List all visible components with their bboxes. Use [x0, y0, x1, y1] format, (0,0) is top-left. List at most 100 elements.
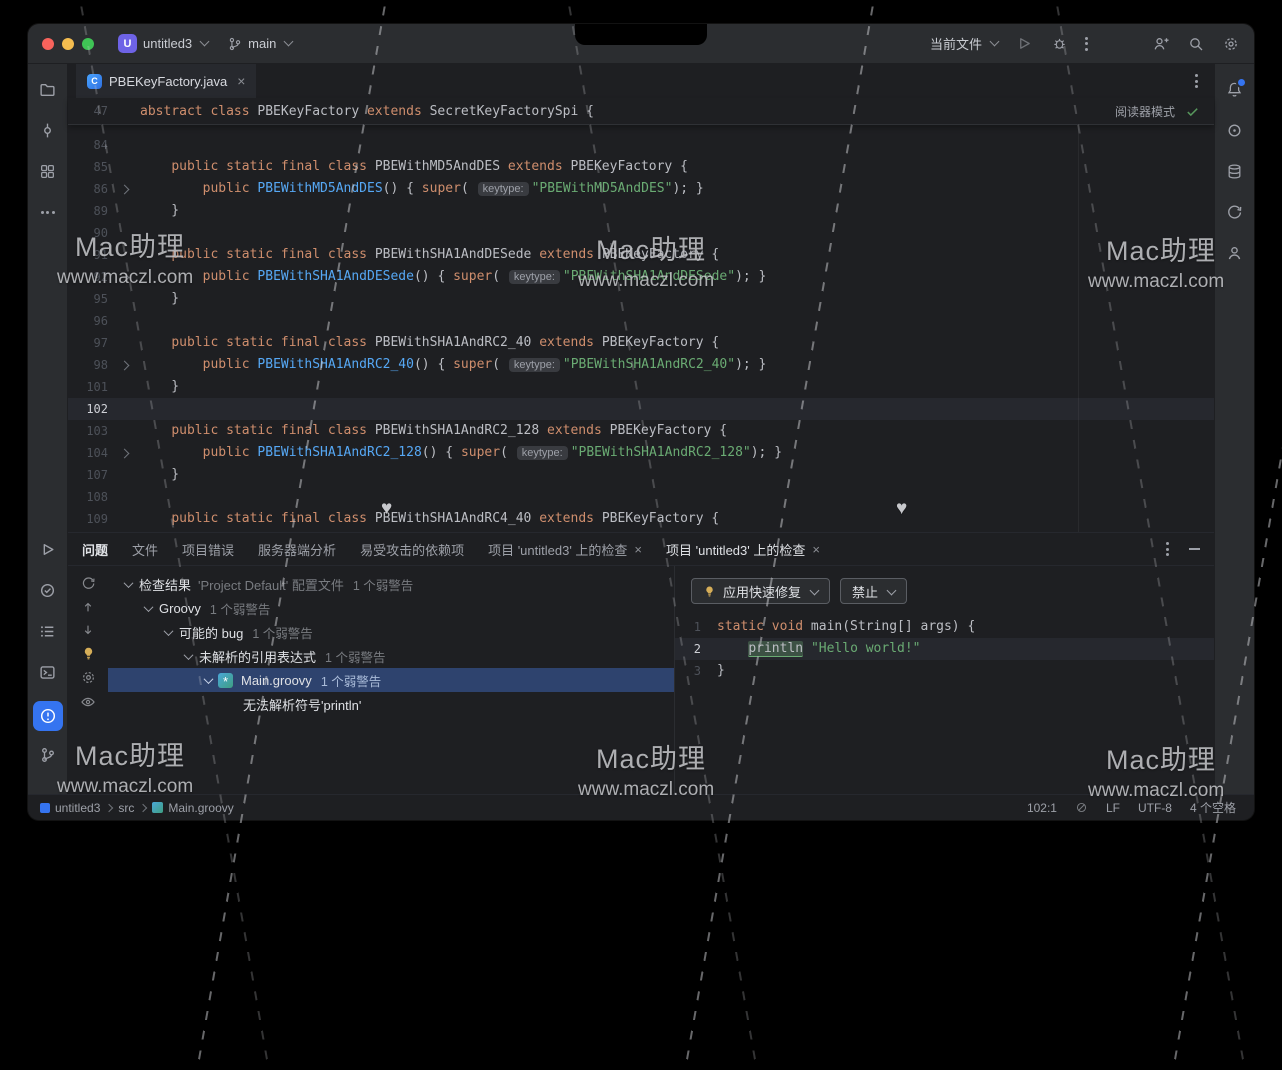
more-actions-icon[interactable]: [1085, 37, 1088, 51]
tool-window-options-icon[interactable]: [1166, 542, 1169, 556]
line-number[interactable]: 96: [68, 310, 108, 332]
code-line[interactable]: 85 public static final class PBEWithMD5A…: [68, 156, 1214, 178]
line-number[interactable]: 92: [68, 266, 108, 288]
code-line[interactable]: 89 }: [68, 200, 1214, 222]
debug-button[interactable]: [1050, 35, 1068, 53]
gradle-icon[interactable]: [1223, 200, 1247, 224]
code-line[interactable]: 91 public static final class PBEWithSHA1…: [68, 244, 1214, 266]
close-window-button[interactable]: [42, 38, 54, 50]
readonly-icon[interactable]: [1075, 801, 1088, 814]
user-icon[interactable]: [1223, 241, 1247, 265]
inspection-ok-icon[interactable]: [1185, 104, 1200, 119]
fold-gutter[interactable]: [108, 450, 140, 457]
line-number[interactable]: 101: [68, 376, 108, 398]
code-line[interactable]: 104 public PBEWithSHA1AndRC2_128() { sup…: [68, 442, 1214, 464]
chevron-down-icon[interactable]: [160, 629, 176, 636]
breadcrumb-item[interactable]: src: [118, 801, 134, 815]
line-number[interactable]: 89: [68, 200, 108, 222]
problems-tool-icon[interactable]: [33, 701, 63, 731]
preview-line[interactable]: 3}: [675, 660, 1214, 682]
line-number[interactable]: 108: [68, 486, 108, 508]
code-editor[interactable]: 8485 public static final class PBEWithMD…: [68, 124, 1214, 532]
run-tool-icon[interactable]: [36, 537, 60, 561]
terminal-icon[interactable]: [36, 660, 60, 684]
tree-row[interactable]: 检查结果'Project Default' 配置文件1 个弱警告: [108, 572, 674, 596]
line-number[interactable]: 97: [68, 332, 108, 354]
code-line[interactable]: 86 public PBEWithMD5AndDES() { super( ke…: [68, 178, 1214, 200]
fold-arrow-icon[interactable]: [119, 272, 129, 282]
more-tool-windows-icon[interactable]: [36, 200, 60, 224]
code-line[interactable]: 109 public static final class PBEWithSHA…: [68, 508, 1214, 530]
tree-row[interactable]: Main.groovy1 个弱警告: [108, 668, 674, 692]
line-number[interactable]: 91: [68, 244, 108, 266]
ai-assistant-icon[interactable]: [1223, 118, 1247, 142]
line-number[interactable]: 98: [68, 354, 108, 376]
indent-style[interactable]: 4 个空格: [1190, 799, 1236, 816]
chevron-down-icon[interactable]: [200, 677, 216, 684]
caret-position[interactable]: 102:1: [1027, 801, 1057, 815]
line-number[interactable]: 85: [68, 156, 108, 178]
version-control-icon[interactable]: [36, 743, 60, 767]
breadcrumb-item[interactable]: untitled3: [40, 801, 100, 815]
apply-quick-fix-button[interactable]: 应用快速修复: [691, 578, 830, 604]
code-line[interactable]: 90: [68, 222, 1214, 244]
tool-window-title[interactable]: 问题: [82, 540, 108, 559]
code-line[interactable]: 102: [68, 398, 1214, 420]
tree-row[interactable]: 未解析的引用表达式1 个弱警告: [108, 644, 674, 668]
problems-tab-inspection[interactable]: 项目 'untitled3' 上的检查×: [666, 540, 820, 559]
run-config-selector[interactable]: 当前文件: [930, 34, 998, 53]
fold-arrow-icon[interactable]: [119, 184, 129, 194]
line-number[interactable]: 107: [68, 464, 108, 486]
hide-tool-window-icon[interactable]: [1189, 548, 1200, 550]
fold-arrow-icon[interactable]: [119, 360, 129, 370]
fold-gutter[interactable]: [108, 362, 140, 369]
chevron-down-icon[interactable]: [180, 653, 196, 660]
suppress-button[interactable]: 禁止: [840, 578, 907, 604]
line-number[interactable]: 102: [68, 398, 108, 420]
preview-eye-icon[interactable]: [80, 694, 96, 710]
reader-mode-label[interactable]: 阅读器模式: [1115, 103, 1175, 120]
rerun-inspection-icon[interactable]: [81, 576, 96, 591]
fold-gutter[interactable]: [108, 274, 140, 281]
line-number[interactable]: 95: [68, 288, 108, 310]
search-icon[interactable]: [1187, 35, 1205, 53]
run-button[interactable]: [1015, 35, 1033, 53]
previous-problem-icon[interactable]: [81, 600, 95, 614]
problems-tab-inspection[interactable]: 项目 'untitled3' 上的检查×: [488, 540, 642, 559]
code-line[interactable]: 103 public static final class PBEWithSHA…: [68, 420, 1214, 442]
code-line[interactable]: 98 public PBEWithSHA1AndRC2_40() { super…: [68, 354, 1214, 376]
services-icon[interactable]: [36, 578, 60, 602]
branch-selector[interactable]: main: [228, 36, 292, 51]
close-icon[interactable]: ×: [634, 542, 642, 557]
commit-icon[interactable]: [36, 118, 60, 142]
code-line[interactable]: 101 }: [68, 376, 1214, 398]
editor-tab[interactable]: C PBEKeyFactory.java ×: [76, 64, 256, 98]
code-line[interactable]: 107 }: [68, 464, 1214, 486]
line-number[interactable]: 90: [68, 222, 108, 244]
line-separator[interactable]: LF: [1106, 801, 1120, 815]
tab-options-icon[interactable]: [1195, 74, 1198, 88]
code-line[interactable]: 84: [68, 134, 1214, 156]
quickfix-bulb-icon[interactable]: [81, 646, 96, 661]
code-line[interactable]: 97 public static final class PBEWithSHA1…: [68, 332, 1214, 354]
code-line[interactable]: 95 }: [68, 288, 1214, 310]
fold-arrow-icon[interactable]: [119, 448, 129, 458]
project-selector[interactable]: U untitled3: [118, 34, 208, 53]
problems-tab[interactable]: 项目错误: [182, 540, 234, 559]
tree-row[interactable]: 可能的 bug1 个弱警告: [108, 620, 674, 644]
problems-tab[interactable]: 易受攻击的依赖项: [360, 540, 464, 559]
problems-tab[interactable]: 服务器端分析: [258, 540, 336, 559]
fold-gutter[interactable]: [108, 186, 140, 193]
preview-line[interactable]: 1static void main(String[] args) {: [675, 616, 1214, 638]
line-number[interactable]: 84: [68, 134, 108, 156]
tree-row[interactable]: 无法解析符号'println': [108, 692, 674, 716]
file-encoding[interactable]: UTF-8: [1138, 801, 1172, 815]
code-line[interactable]: 108: [68, 486, 1214, 508]
code-preview[interactable]: 1static void main(String[] args) {2 prin…: [675, 616, 1214, 682]
notifications-bell-icon[interactable]: [1223, 77, 1247, 101]
line-number[interactable]: 109: [68, 508, 108, 530]
tree-row[interactable]: Groovy1 个弱警告: [108, 596, 674, 620]
line-number[interactable]: 86: [68, 178, 108, 200]
todo-icon[interactable]: [36, 619, 60, 643]
structure-icon[interactable]: [36, 159, 60, 183]
